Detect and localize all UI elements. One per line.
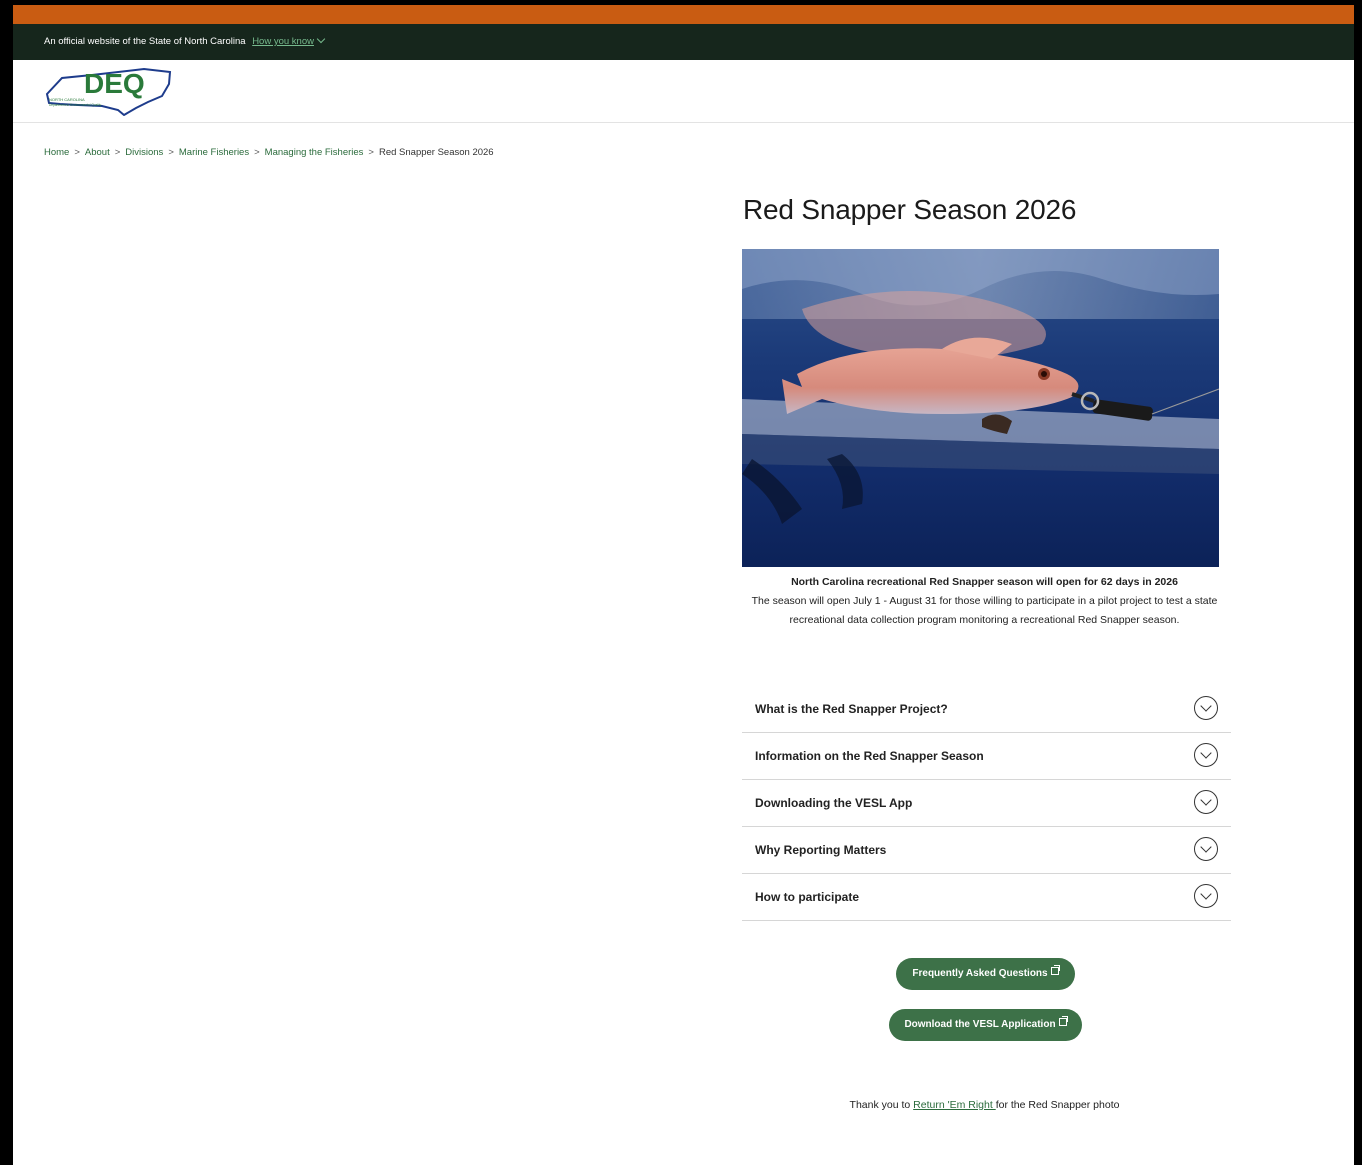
credit-prefix: Thank you to [849, 1099, 914, 1111]
breadcrumb-separator: > [74, 147, 80, 158]
chevron-down-icon[interactable] [1194, 743, 1218, 767]
page-title: Red Snapper Season 2026 [743, 194, 1077, 225]
faq-button[interactable]: Frequently Asked Questions [896, 958, 1075, 990]
breadcrumb-current: Red Snapper Season 2026 [378, 147, 494, 158]
photo-caption: North Carolina recreational Red Snapper … [742, 573, 1227, 630]
breadcrumb-separator: > [168, 147, 174, 158]
accordion-item-red-snapper-project[interactable]: What is the Red Snapper Project? [742, 686, 1231, 733]
official-gov-banner: An official website of the State of Nort… [13, 24, 1354, 60]
download-vesl-button[interactable]: Download the VESL Application [889, 1009, 1082, 1041]
accordion-item-why-reporting[interactable]: Why Reporting Matters [742, 827, 1231, 874]
download-vesl-button-label: Download the VESL Application [904, 1019, 1056, 1030]
deq-logo[interactable]: DEQ NORTH CAROLINA Department of Environ… [44, 66, 174, 116]
accordion: What is the Red Snapper Project? Informa… [742, 686, 1231, 921]
photo-credit: Thank you to Return 'Em Right for the Re… [742, 1099, 1227, 1111]
credit-suffix: for the Red Snapper photo [995, 1099, 1120, 1111]
accordion-label: How to participate [755, 890, 860, 904]
breadcrumb-separator: > [254, 147, 260, 158]
chevron-down-icon[interactable] [1194, 884, 1218, 908]
breadcrumb-divisions[interactable]: Divisions [125, 147, 163, 158]
chevron-down-icon[interactable] [316, 34, 326, 44]
accordion-item-season-info[interactable]: Information on the Red Snapper Season [742, 733, 1231, 780]
breadcrumb-home[interactable]: Home [44, 147, 69, 158]
red-snapper-photo [742, 249, 1219, 567]
breadcrumb-separator: > [114, 147, 121, 158]
breadcrumb-managing-fisheries[interactable]: Managing the Fisheries [265, 147, 364, 158]
accordion-label: Why Reporting Matters [755, 843, 887, 857]
logo-subtext-state: NORTH CAROLINA [49, 97, 85, 102]
caption-title: North Carolina recreational Red Snapper … [791, 576, 1178, 588]
external-link-icon [1050, 965, 1060, 975]
accordion-item-how-to-participate[interactable]: How to participate [742, 874, 1231, 921]
accordion-label: What is the Red Snapper Project? [755, 702, 948, 716]
external-link-icon [1058, 1016, 1068, 1026]
accordion-label: Information on the Red Snapper Season [755, 749, 984, 763]
chevron-down-icon[interactable] [1194, 837, 1218, 861]
breadcrumb-marine-fisheries[interactable]: Marine Fisheries [179, 147, 249, 158]
breadcrumb: Home > About > Divisions > Marine Fisheries > Ma… [44, 147, 494, 158]
how-you-know-link[interactable]: How you know [252, 36, 314, 47]
accordion-label: Downloading the VESL App [755, 796, 913, 810]
official-site-text: An official website of the State of Nort… [44, 36, 246, 47]
site-header: DEQ NORTH CAROLINA Department of Environ… [13, 60, 1354, 123]
chevron-down-icon[interactable] [1194, 790, 1218, 814]
chevron-down-icon[interactable] [1194, 696, 1218, 720]
logo-text: DEQ [84, 68, 145, 99]
faq-button-label: Frequently Asked Questions [912, 968, 1048, 979]
page: An official website of the State of Nort… [13, 5, 1354, 1165]
breadcrumb-about[interactable]: About [85, 147, 110, 158]
logo-subtext-dept: Department of Environmental Quality [49, 103, 102, 107]
accordion-item-downloading-app[interactable]: Downloading the VESL App [742, 780, 1231, 827]
caption-body: The season will open July 1 - August 31 … [751, 595, 1218, 626]
top-accent-bar [13, 5, 1354, 24]
return-em-right-link[interactable]: Return 'Em Right [913, 1099, 996, 1111]
breadcrumb-separator: > [368, 147, 374, 158]
